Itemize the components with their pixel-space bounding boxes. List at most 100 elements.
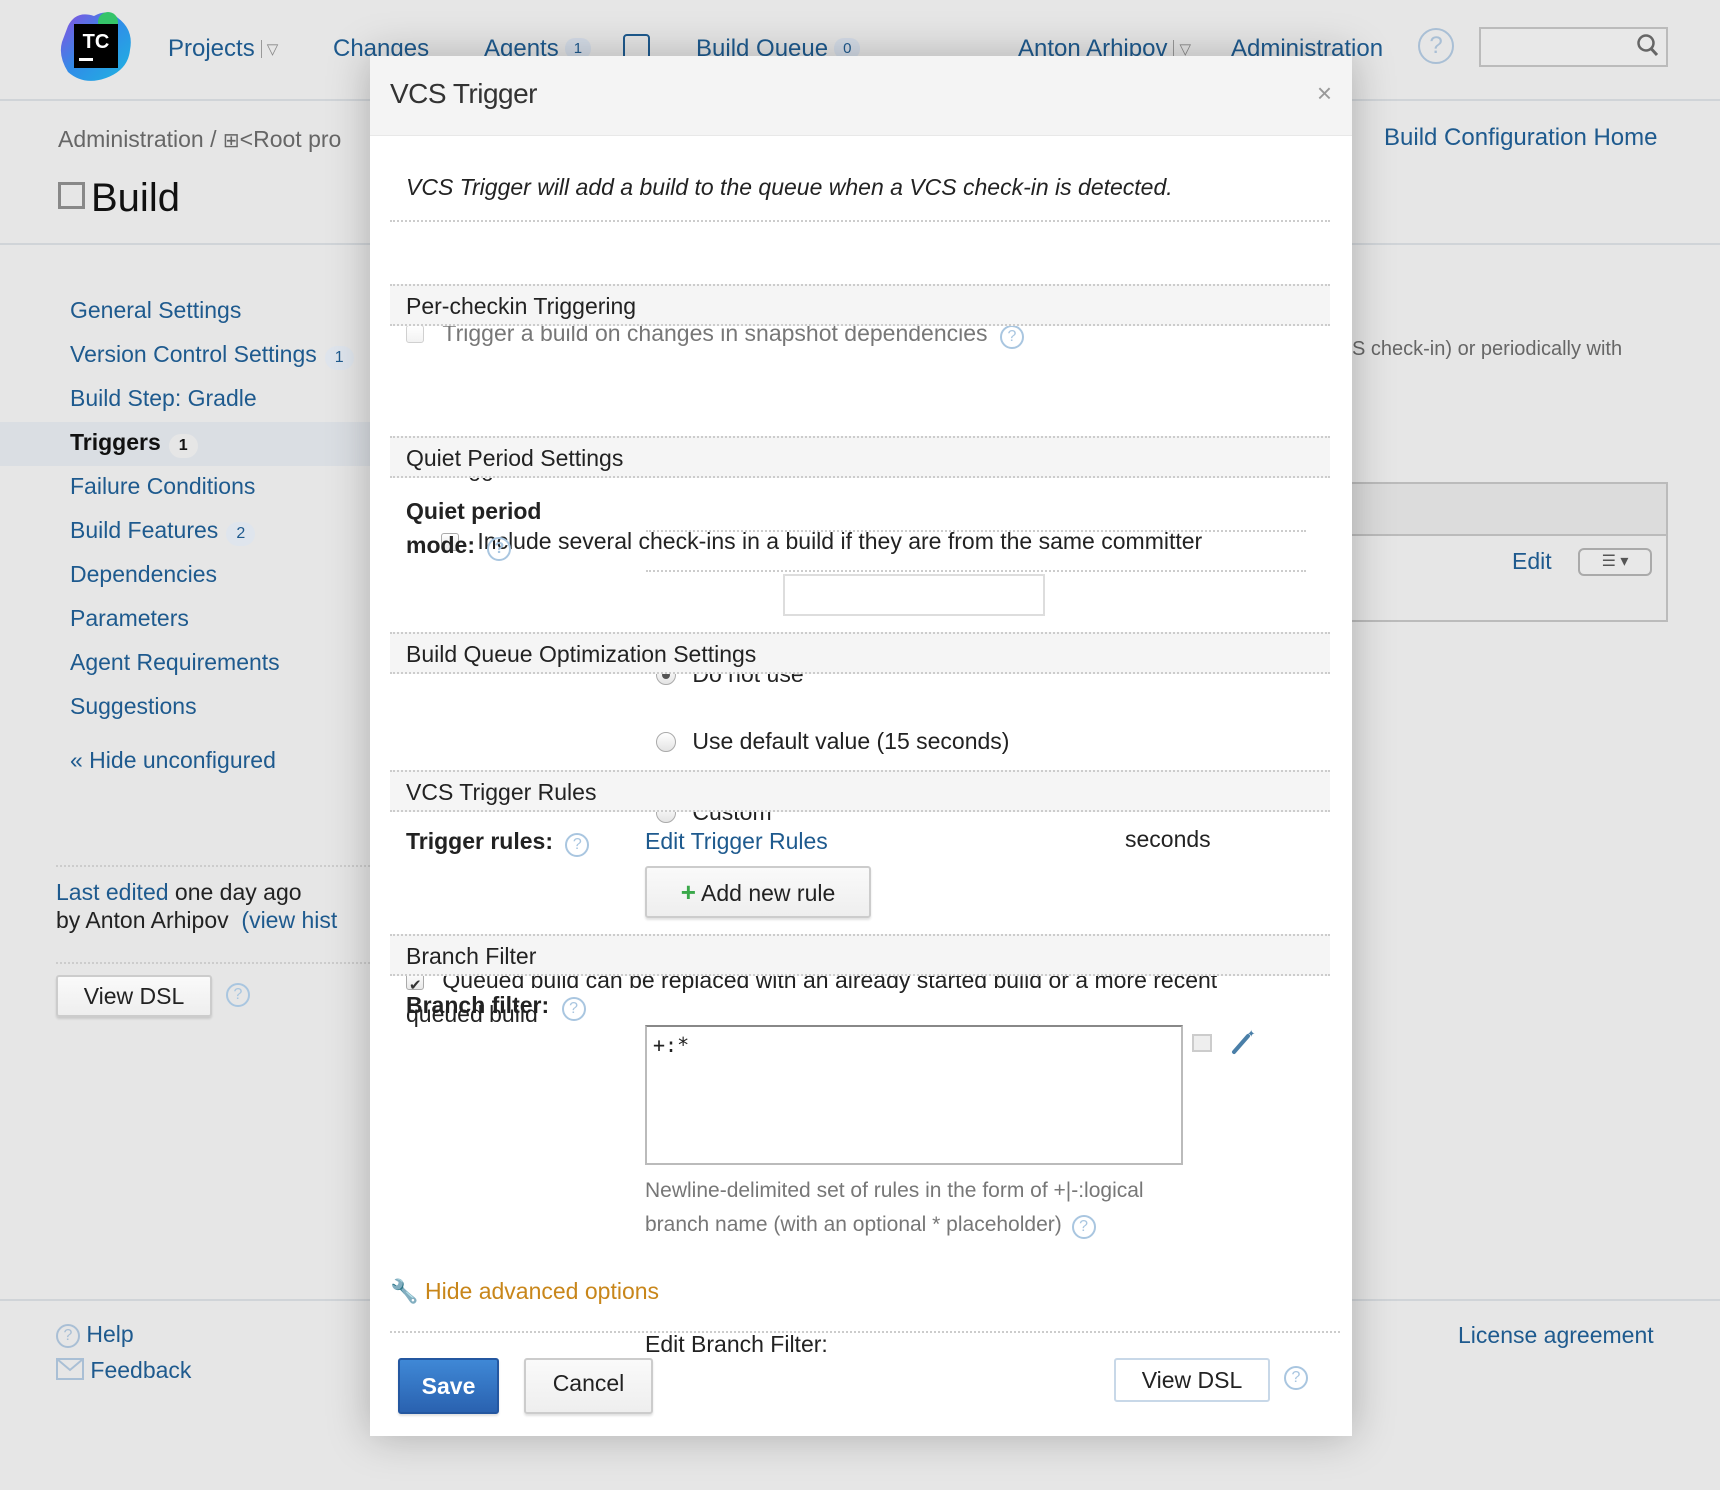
footer-help[interactable]: ? Help xyxy=(56,1321,134,1348)
page-title: Build xyxy=(58,176,180,221)
section-branch-filter: Branch Filter xyxy=(390,934,1330,976)
chevron-down-icon: ▾ xyxy=(1620,553,1629,570)
breadcrumb-separator: / xyxy=(210,126,217,152)
radio-default-value[interactable] xyxy=(656,732,676,752)
hide-advanced-options-link[interactable]: 🔧 Hide advanced options xyxy=(390,1278,659,1305)
build-configuration-home-link[interactable]: Build Configuration Home xyxy=(1384,124,1657,152)
sidebar-item-version-control-settings[interactable]: Version Control Settings 1 xyxy=(0,334,380,378)
edit-trigger-rules-link[interactable]: Edit Trigger Rules xyxy=(645,828,828,855)
branch-filter-label-text: Branch filter: xyxy=(406,992,550,1018)
sidebar-item-failure-conditions[interactable]: Failure Conditions xyxy=(0,466,380,510)
branch-filter-hint-line2: branch name (with an optional * placehol… xyxy=(645,1213,1062,1236)
trigger-rules-label-text: Trigger rules: xyxy=(406,828,553,854)
search-input[interactable] xyxy=(1479,27,1668,67)
save-button[interactable]: Save xyxy=(398,1358,499,1414)
sidebar-item-suggestions[interactable]: Suggestions xyxy=(0,686,380,730)
sidebar-item-label: Build Step: Gradle xyxy=(70,385,257,411)
view-dsl-button[interactable]: View DSL xyxy=(56,975,212,1017)
build-config-icon xyxy=(58,182,85,209)
branch-filter-textarea[interactable]: +:* xyxy=(645,1025,1183,1165)
chevron-down-icon[interactable]: ▽ xyxy=(260,40,278,58)
help-icon[interactable]: ? xyxy=(1284,1366,1308,1390)
dialog-header: VCS Trigger × xyxy=(370,56,1352,136)
custom-seconds-input[interactable] xyxy=(783,574,1045,616)
vcs-trigger-dialog: VCS Trigger × VCS Trigger will add a bui… xyxy=(370,56,1352,1436)
sidebar-item-parameters[interactable]: Parameters xyxy=(0,598,380,642)
quiet-option-default[interactable]: Use default value (15 seconds) xyxy=(656,728,1638,755)
custom-seconds-unit: seconds xyxy=(1125,826,1211,852)
sidebar-item-label: Triggers xyxy=(70,429,161,455)
divider xyxy=(646,530,1306,532)
sidebar-item-badge: 2 xyxy=(226,522,256,546)
svg-text:✦: ✦ xyxy=(1247,1029,1255,1040)
sidebar-item-triggers[interactable]: Triggers 1 xyxy=(0,422,380,466)
trigger-rules-label: Trigger rules: ? xyxy=(406,828,590,857)
help-icon[interactable]: ? xyxy=(565,833,590,857)
sidebar-item-label: Dependencies xyxy=(70,561,218,587)
help-icon[interactable]: ? xyxy=(561,997,586,1021)
magic-wand-icon[interactable]: ✦ xyxy=(1230,1028,1256,1061)
divider xyxy=(390,1331,1340,1333)
sidebar-item-label: Failure Conditions xyxy=(70,473,256,499)
edit-trigger-link[interactable]: Edit xyxy=(1512,548,1552,575)
breadcrumb-administration[interactable]: Administration xyxy=(58,126,204,152)
page-title-text: Build xyxy=(91,176,180,220)
help-icon: ? xyxy=(56,1324,80,1348)
sidebar-item-label: General Settings xyxy=(70,297,242,323)
sidebar-item-label: Agent Requirements xyxy=(70,649,280,675)
hide-unconfigured-label: « Hide unconfigured xyxy=(70,747,276,773)
sidebar-item-build-step-gradle[interactable]: Build Step: Gradle xyxy=(0,378,380,422)
add-new-rule-button[interactable]: + Add new rule xyxy=(645,866,871,918)
help-icon[interactable]: ? xyxy=(487,537,512,561)
sidebar-item-badge: 1 xyxy=(324,346,354,370)
sidebar: General Settings Version Control Setting… xyxy=(0,290,380,784)
sidebar-item-agent-requirements[interactable]: Agent Requirements xyxy=(0,642,380,686)
breadcrumb-project[interactable]: <Root pro xyxy=(240,126,342,152)
section-quiet-period: Quiet Period Settings xyxy=(390,436,1330,478)
divider xyxy=(390,220,1330,222)
help-icon[interactable]: ? xyxy=(1418,28,1454,64)
footer-feedback-link[interactable]: Feedback xyxy=(90,1357,191,1383)
sidebar-item-label: Build Features xyxy=(70,517,219,543)
plus-icon: + xyxy=(680,877,696,907)
sidebar-divider xyxy=(56,865,370,867)
branch-filter-label: Branch filter: ? xyxy=(406,992,586,1021)
view-dsl-button[interactable]: View DSL xyxy=(1114,1358,1270,1402)
divider xyxy=(646,570,1306,572)
cancel-button[interactable]: Cancel xyxy=(524,1358,653,1414)
close-icon[interactable]: × xyxy=(1317,78,1332,109)
teamcity-logo[interactable]: TC xyxy=(58,8,136,84)
last-edited-link[interactable]: Last edited xyxy=(56,879,169,905)
hide-advanced-options-label: Hide advanced options xyxy=(425,1278,660,1304)
actions-dropdown-button[interactable]: ☰ ▾ xyxy=(1578,548,1652,576)
dialog-intro: VCS Trigger will add a build to the queu… xyxy=(406,174,1173,200)
list-icon: ☰ xyxy=(1601,553,1616,570)
logo-text: TC xyxy=(83,31,110,53)
sidebar-item-label: Parameters xyxy=(70,605,189,631)
last-edited-info: Last edited one day ago by Anton Arhipov… xyxy=(56,878,337,934)
hide-unconfigured-link[interactable]: « Hide unconfigured xyxy=(0,740,380,784)
sidebar-item-label: Version Control Settings xyxy=(70,341,317,367)
list-view-icon[interactable] xyxy=(1192,1034,1212,1052)
sidebar-item-general-settings[interactable]: General Settings xyxy=(0,290,380,334)
breadcrumb: Administration / ⊞<Root pro xyxy=(58,126,341,153)
help-icon[interactable]: ? xyxy=(226,983,250,1007)
nav-projects[interactable]: Projects ▽ xyxy=(168,35,278,63)
sidebar-item-dependencies[interactable]: Dependencies xyxy=(0,554,380,598)
view-history-link[interactable]: (view hist xyxy=(241,907,337,933)
help-icon[interactable]: ? xyxy=(1071,1215,1096,1239)
same-committer-row: Include several check-ins in a build if … xyxy=(441,528,1423,555)
section-per-checkin: Per-checkin Triggering xyxy=(390,284,1330,326)
triggers-description: S check-in) or periodically with xyxy=(1352,338,1623,360)
search-icon[interactable] xyxy=(1636,33,1660,65)
radio-default-value-label: Use default value (15 seconds) xyxy=(692,728,1010,754)
dialog-title: VCS Trigger xyxy=(390,78,538,109)
footer-feedback[interactable]: Feedback xyxy=(56,1357,191,1386)
wrench-icon: 🔧 xyxy=(390,1278,419,1304)
sidebar-divider xyxy=(56,962,370,964)
snapshot-deps-checkbox[interactable] xyxy=(406,325,424,343)
footer-help-link[interactable]: Help xyxy=(86,1321,133,1347)
sidebar-item-build-features[interactable]: Build Features 2 xyxy=(0,510,380,554)
envelope-icon xyxy=(56,1358,84,1386)
help-icon[interactable]: ? xyxy=(999,325,1024,349)
